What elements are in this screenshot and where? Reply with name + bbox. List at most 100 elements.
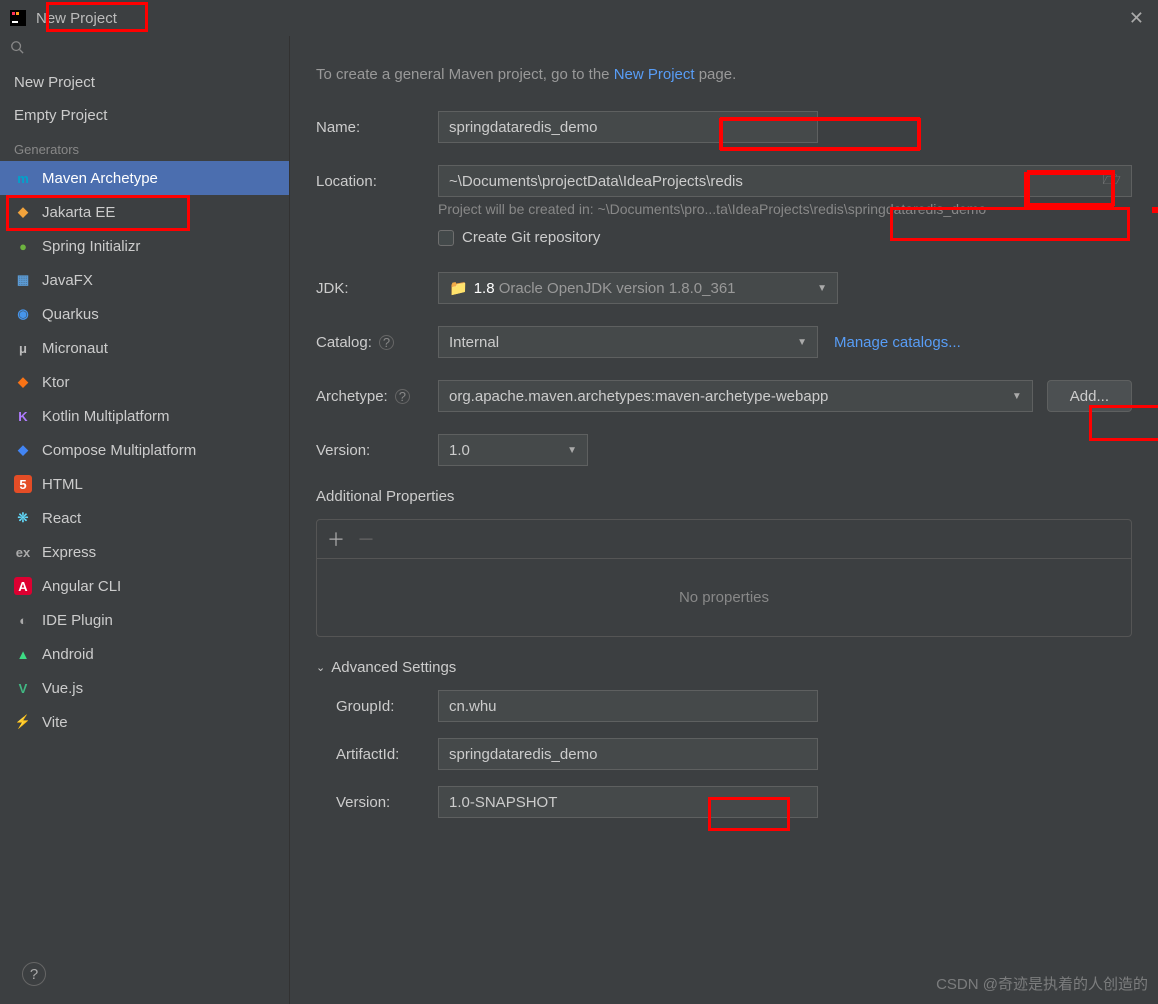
help-icon[interactable]: ? [379,335,394,350]
jdk-select[interactable]: 📁1.8 Oracle OpenJDK version 1.8.0_361 ▼ [438,272,838,304]
intellij-icon [10,10,26,26]
help-button[interactable]: ? [22,962,46,986]
jdk-label: JDK: [316,280,438,297]
archetype-select[interactable]: org.apache.maven.archetypes:maven-archet… [438,380,1033,412]
groupid-input[interactable] [438,690,818,722]
generator-label: Spring Initializr [42,238,140,255]
android-icon: ▲ [14,645,32,663]
folder-icon[interactable]: 🗁 [1102,169,1121,194]
chevron-down-icon: ▼ [817,283,827,294]
generator-label: Vue.js [42,680,83,697]
git-checkbox-row[interactable]: Create Git repository [438,229,1132,246]
location-input[interactable]: ~\Documents\projectData\IdeaProjects\red… [438,165,1132,197]
vite-icon: ⚡ [14,713,32,731]
generator-label: Maven Archetype [42,170,158,187]
generator-item-micronaut[interactable]: μ Micronaut [0,331,289,365]
quarkus-icon: ◉ [14,305,32,323]
version-row: Version: 1.0 ▼ [316,434,1132,466]
catalog-row: Catalog: ? Internal ▼ Manage catalogs... [316,326,1132,358]
search-input[interactable] [0,36,289,66]
search-icon [10,40,24,54]
generator-label: Micronaut [42,340,108,357]
javafx-icon: ▦ [14,271,32,289]
manage-catalogs-link[interactable]: Manage catalogs... [834,334,961,351]
generator-item-javafx[interactable]: ▦JavaFX [0,263,289,297]
title-bar: New Project ✕ [0,0,1158,36]
generator-label: Vite [42,714,68,731]
catalog-select[interactable]: Internal ▼ [438,326,818,358]
name-row: Name: [316,111,1132,143]
generator-item-android[interactable]: ▲ Android [0,637,289,671]
add-prop-icon[interactable]: ＋ [327,526,345,552]
generator-item-jakarta-ee[interactable]: ◆Jakarta EE [0,195,289,229]
vue-js-icon: V [14,679,32,697]
generator-item-maven-archetype[interactable]: m Maven Archetype [0,161,289,195]
adv-version-label: Version: [336,794,438,811]
html-icon: 5 [14,475,32,493]
kotlin-multiplatform-icon: K [14,407,32,425]
generator-label: Compose Multiplatform [42,442,196,459]
generator-item-ktor[interactable]: ◆ Ktor [0,365,289,399]
compose-multiplatform-icon: ◆ [14,441,32,459]
generator-item-spring-initializr[interactable]: ● Spring Initializr [0,229,289,263]
generator-item-vue-js[interactable]: V Vue.js [0,671,289,705]
micronaut-icon: μ [14,339,32,357]
generator-item-compose-multiplatform[interactable]: ◆ Compose Multiplatform [0,433,289,467]
react-icon: ❊ [14,509,32,527]
generator-label: Android [42,646,94,663]
close-icon[interactable]: ✕ [1129,8,1144,29]
no-props-label: No properties [317,559,1131,636]
name-label: Name: [316,119,438,136]
sidebar-item-empty-project[interactable]: Empty Project [0,99,289,132]
generator-label: Jakarta EE [42,204,115,221]
advanced-toggle[interactable]: ⌄ Advanced Settings [316,659,1132,676]
window-title: New Project [36,10,117,27]
props-title: Additional Properties [316,488,1132,505]
chevron-down-icon: ▼ [797,337,807,348]
adv-version-input[interactable] [438,786,818,818]
help-icon[interactable]: ? [395,389,410,404]
version-label: Version: [316,442,438,459]
generator-label: Kotlin Multiplatform [42,408,170,425]
generator-label: Express [42,544,96,561]
location-row: Location: ~\Documents\projectData\IdeaPr… [316,165,1132,197]
new-project-link[interactable]: New Project [614,66,695,83]
generator-item-ide-plugin[interactable]: ◐IDE Plugin [0,603,289,637]
catalog-label: Catalog: ? [316,334,438,351]
chevron-down-icon: ▼ [1012,391,1022,402]
props-toolbar: ＋ － [317,520,1131,559]
generator-item-html[interactable]: 5HTML [0,467,289,501]
generator-item-angular-cli[interactable]: AAngular CLI [0,569,289,603]
remove-prop-icon[interactable]: － [357,526,375,552]
main-panel: To create a general Maven project, go to… [290,36,1158,1004]
maven-archetype-icon: m [14,169,32,187]
sidebar: New Project Empty Project Generators mMa… [0,36,290,1004]
generator-label: IDE Plugin [42,612,113,629]
version-select[interactable]: 1.0 ▼ [438,434,588,466]
generator-item-vite[interactable]: ⚡ Vite [0,705,289,739]
add-button[interactable]: Add... [1047,380,1132,412]
ktor-icon: ◆ [14,373,32,391]
chevron-down-icon: ⌄ [316,661,325,674]
archetype-row: Archetype: ? org.apache.maven.archetypes… [316,380,1132,412]
express-icon: ex [14,543,32,561]
adv-version-row: Version: [336,786,1132,818]
generator-item-quarkus[interactable]: ◉Quarkus [0,297,289,331]
name-input[interactable] [438,111,818,143]
git-checkbox-label: Create Git repository [462,229,600,246]
artifactid-input[interactable] [438,738,818,770]
artifactid-row: ArtifactId: [336,738,1132,770]
generator-item-react[interactable]: ❊React [0,501,289,535]
groupid-label: GroupId: [336,698,438,715]
angular-cli-icon: A [14,577,32,595]
location-hint: Project will be created in: ~\Documents\… [438,201,1132,217]
generator-item-kotlin-multiplatform[interactable]: K Kotlin Multiplatform [0,399,289,433]
spring-initializr-icon: ● [14,237,32,255]
generator-label: Ktor [42,374,70,391]
sidebar-item-new-project[interactable]: New Project [0,66,289,99]
groupid-row: GroupId: [336,690,1132,722]
props-box: ＋ － No properties [316,519,1132,637]
git-checkbox[interactable] [438,230,454,246]
generator-item-express[interactable]: ex Express [0,535,289,569]
intro-text: To create a general Maven project, go to… [316,66,1132,83]
